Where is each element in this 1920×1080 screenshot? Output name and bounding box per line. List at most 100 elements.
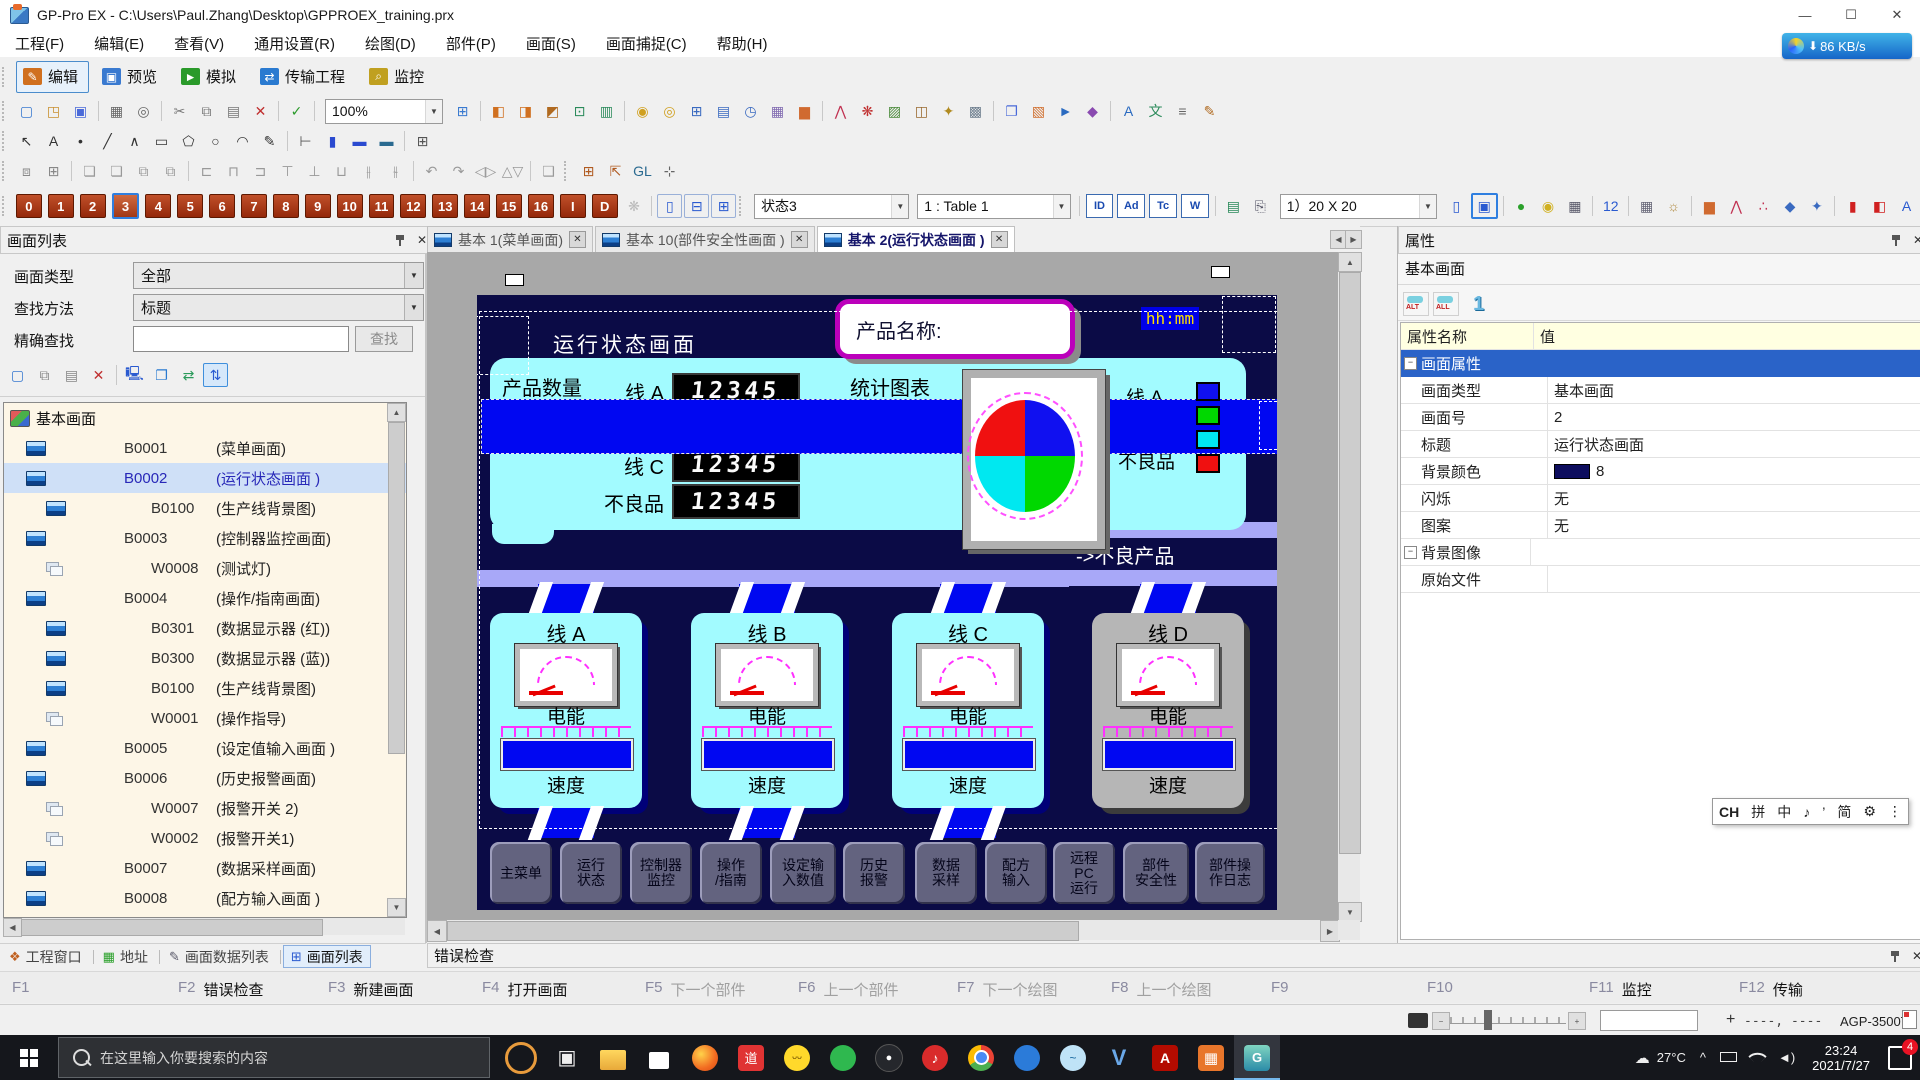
align-center-icon[interactable]: ⊓ [221, 159, 246, 183]
align-right-icon[interactable]: ⊐ [248, 159, 273, 183]
bottom-tab-工程窗口[interactable]: ❖工程窗口 [2, 946, 89, 967]
fkey-F12[interactable]: F12传输 [1739, 979, 1803, 1000]
state-button-12[interactable]: 12 [400, 194, 426, 218]
scroll-down-icon[interactable]: ▼ [1338, 902, 1362, 922]
taskbar-green-app[interactable] [820, 1035, 866, 1080]
screen-level-icon[interactable]: GL [630, 159, 655, 183]
tree-item-B0008[interactable]: B0008(配方输入画面 ) [4, 883, 406, 913]
word-switch-icon[interactable]: ◨ [513, 99, 538, 123]
taskbar-music-app[interactable]: ♪ [912, 1035, 958, 1080]
taskbar-dark-app[interactable]: ● [866, 1035, 912, 1080]
grid-size-dropdown[interactable]: 1）20 X 20▼ [1280, 194, 1437, 219]
tag-button-Ad[interactable]: Ad [1117, 194, 1145, 218]
zoom-slider-track[interactable] [1450, 1017, 1566, 1024]
selector-switch-icon[interactable]: ▥ [594, 99, 619, 123]
tree-item-B0005[interactable]: B0005(设定值输入画面 ) [4, 733, 406, 763]
paste-icon[interactable]: ▤ [221, 99, 246, 123]
design-nav-button-4[interactable]: 操作 /指南 [700, 842, 762, 904]
search-method-dropdown[interactable]: 标题▼ [133, 294, 424, 321]
frame-on-icon[interactable]: ▣ [1471, 193, 1498, 219]
tree-item-W0001[interactable]: W0001(操作指导) [4, 703, 406, 733]
tree-item-B0007[interactable]: B0007(数据采样画面) [4, 853, 406, 883]
taskbar-youdao[interactable]: 道 [728, 1035, 774, 1080]
fkey-F9[interactable]: F9 [1271, 979, 1289, 996]
order-backward-icon[interactable]: ⧉ [158, 159, 183, 183]
distribute-v-icon[interactable]: ⫳ [383, 159, 408, 183]
weather-temp[interactable]: 27°C [1657, 1050, 1686, 1065]
mode-button-模拟[interactable]: ►模拟 [174, 61, 247, 93]
design-nav-button-1[interactable]: 主菜单 [490, 842, 552, 904]
area-chart-icon[interactable]: ◆ [1778, 194, 1803, 218]
tree-item-W0007[interactable]: W0007(报警开关 2) [4, 793, 406, 823]
pin-icon[interactable] [1889, 949, 1903, 963]
state-button-13[interactable]: 13 [432, 194, 458, 218]
tab-scroll-right-icon[interactable]: ▶ [1345, 230, 1362, 249]
movie-player-icon[interactable]: ► [1053, 99, 1078, 123]
state-button-11[interactable]: 11 [369, 194, 395, 218]
pin-objects-icon[interactable]: ⊹ [657, 159, 682, 183]
fit-screen-icon[interactable]: ⊞ [450, 99, 475, 123]
table-settings-icon[interactable]: ▦ [1562, 194, 1587, 218]
tree-root[interactable]: 基本画面 [4, 403, 406, 433]
fkey-F1[interactable]: F1 [12, 979, 30, 996]
notification-center-icon[interactable]: 4 [1880, 1035, 1920, 1080]
ime-item-8[interactable]: ⋮ [1882, 803, 1908, 820]
taskbar-chrome[interactable] [958, 1035, 1004, 1080]
find-button[interactable]: 查找 [355, 326, 413, 352]
ungroup-icon[interactable]: ⊞ [41, 159, 66, 183]
hmi-design-screen[interactable]: 运行状态画面产品名称:hh:mm产品数量线 A12345线 B12345线 C1… [477, 295, 1277, 910]
state-button-8[interactable]: 8 [273, 194, 299, 218]
design-nav-button-3[interactable]: 控制器 监控 [630, 842, 692, 904]
scatter-chart-icon[interactable]: ∴ [1751, 194, 1776, 218]
select-arrow-icon[interactable]: ↖ [14, 129, 39, 153]
ime-toolbar[interactable]: CH拼中♪’简⚙⋮ [1712, 798, 1909, 825]
brightness-icon[interactable]: ☼ [1661, 194, 1686, 218]
picture-display-icon[interactable]: ▧ [1026, 99, 1051, 123]
taskbar-listary[interactable] [498, 1035, 544, 1080]
canvas-vscrollbar[interactable]: ▲ ▼ [1338, 252, 1360, 920]
text-table-icon[interactable]: A [1116, 99, 1141, 123]
network-speed-widget[interactable]: ⬇ 86 KB/s [1782, 33, 1912, 59]
align-left-icon[interactable]: ⊏ [194, 159, 219, 183]
fkey-F5[interactable]: F5下一个部件 [645, 979, 746, 1000]
canvas-tab-3[interactable]: 基本 2(运行状态画面 )✕ [817, 226, 1015, 252]
state-button-3[interactable]: 3 [112, 193, 140, 219]
exact-find-input[interactable] [133, 326, 349, 352]
ime-item-2[interactable]: 拼 [1745, 802, 1771, 822]
fkey-F2[interactable]: F2错误检查 [178, 979, 264, 1000]
state-button-I[interactable]: I [560, 194, 586, 218]
tree-item-B0006[interactable]: B0006(历史报警画面) [4, 763, 406, 793]
save-project-icon[interactable]: ▣ [68, 99, 93, 123]
fill-blue-icon[interactable]: ▮ [320, 129, 345, 153]
fkey-F6[interactable]: F6上一个部件 [798, 979, 899, 1000]
tree-item-B0002[interactable]: B0002(运行状态画面 ) [4, 463, 406, 493]
comment-list-icon[interactable]: ▤ [1221, 194, 1246, 218]
mode-button-传输工程[interactable]: ⇄传输工程 [253, 61, 356, 93]
fkey-F8[interactable]: F8上一个绘图 [1111, 979, 1212, 1000]
state-button-2[interactable]: 2 [80, 194, 106, 218]
design-nav-button-8[interactable]: 配方 输入 [985, 842, 1047, 904]
taskbar-store[interactable] [636, 1035, 682, 1080]
scroll-down-icon[interactable]: ▼ [387, 898, 406, 917]
tree-hscrollbar[interactable]: ◀ [3, 918, 405, 935]
menu-item-9[interactable]: 帮助(H) [702, 29, 783, 58]
taskbar-vs-app[interactable]: V [1096, 1035, 1142, 1080]
open-project-icon[interactable]: ◳ [41, 99, 66, 123]
taskbar-smiley[interactable]: ᵕᵕ [774, 1035, 820, 1080]
property-row-图案[interactable]: 图案无 [1401, 512, 1920, 539]
window-split-h-icon[interactable]: ⊟ [684, 194, 709, 218]
tag-button-ID[interactable]: ID [1086, 194, 1114, 218]
canvas-tab-2[interactable]: 基本 10(部件安全性画面 )✕ [595, 226, 815, 252]
state-select-icon[interactable]: ❋ [622, 194, 647, 218]
minimize-icon[interactable]: — [1782, 1, 1828, 30]
close-tab-icon[interactable]: ✕ [791, 231, 808, 248]
mode-button-预览[interactable]: ▣预览 [95, 61, 168, 93]
design-nav-button-9[interactable]: 远程 PC 运行 [1053, 842, 1115, 904]
date-display-icon[interactable]: ◷ [738, 99, 763, 123]
language-change-icon[interactable]: 文 [1143, 99, 1168, 123]
scroll-up-icon[interactable]: ▲ [1338, 252, 1362, 272]
bit-switch-icon[interactable]: ◧ [486, 99, 511, 123]
copy-icon[interactable]: ⧉ [194, 99, 219, 123]
fkey-F4[interactable]: F4打开画面 [482, 979, 568, 1000]
close-tab-icon[interactable]: ✕ [569, 231, 586, 248]
